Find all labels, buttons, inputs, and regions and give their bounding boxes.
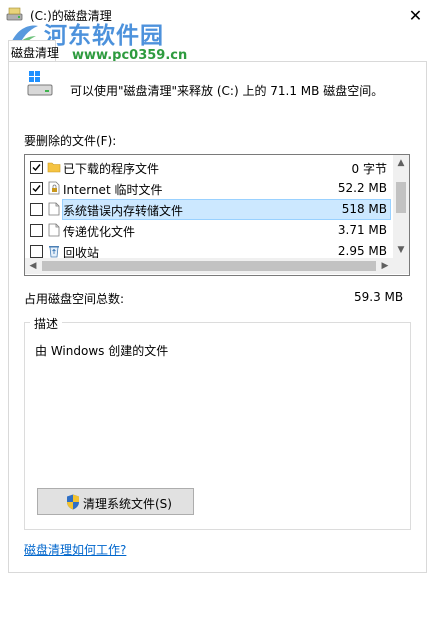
description-legend: 描述 bbox=[30, 315, 63, 332]
list-item[interactable]: Internet 临时文件 52.2 MB bbox=[25, 178, 391, 199]
checkbox[interactable] bbox=[30, 203, 43, 216]
close-button[interactable]: ✕ bbox=[398, 0, 433, 30]
item-size: 52.2 MB bbox=[337, 181, 387, 195]
scroll-up-icon[interactable]: ▲ bbox=[393, 155, 409, 171]
horizontal-scrollbar[interactable]: ◀ ▶ bbox=[25, 258, 393, 274]
checkbox[interactable] bbox=[30, 161, 43, 174]
item-size: 518 MB bbox=[341, 202, 387, 216]
clean-up-system-files-button[interactable]: 清理系统文件(S) bbox=[37, 488, 194, 515]
file-icon bbox=[48, 223, 60, 237]
scrollbar-corner bbox=[393, 258, 409, 274]
check-icon bbox=[32, 164, 41, 172]
scroll-right-icon[interactable]: ▶ bbox=[377, 258, 393, 274]
list-item[interactable]: 系统错误内存转储文件 518 MB bbox=[25, 199, 391, 220]
total-space-value: 59.3 MB bbox=[354, 290, 404, 304]
checkbox[interactable] bbox=[30, 224, 43, 237]
shield-icon bbox=[67, 494, 79, 510]
checkbox[interactable] bbox=[30, 245, 43, 258]
clean-up-label: 清理系统文件(S) bbox=[83, 497, 172, 511]
list-item[interactable]: 传递优化文件 3.71 MB bbox=[25, 220, 391, 241]
recycle-bin-icon bbox=[49, 246, 59, 258]
item-size: 3.71 MB bbox=[337, 223, 387, 237]
tab-disk-cleanup[interactable]: 磁盘清理 bbox=[8, 40, 60, 63]
tab-label: 磁盘清理 bbox=[11, 46, 60, 60]
scroll-thumb[interactable] bbox=[396, 182, 406, 213]
check-icon bbox=[32, 185, 41, 193]
window-title: (C:)的磁盘清理 bbox=[30, 9, 112, 23]
hscroll-thumb[interactable] bbox=[42, 261, 376, 271]
item-size: 0 字节 bbox=[351, 162, 387, 176]
item-size: 2.95 MB bbox=[337, 244, 387, 258]
title-bar: (C:)的磁盘清理 ✕ bbox=[0, 0, 433, 30]
scroll-left-icon[interactable]: ◀ bbox=[25, 258, 41, 274]
folder-icon bbox=[47, 162, 61, 173]
files-to-delete-label: 要删除的文件(F): bbox=[24, 134, 117, 148]
lock-file-icon bbox=[48, 181, 60, 195]
item-name: 已下载的程序文件 bbox=[63, 162, 160, 176]
intro-text: 可以使用"磁盘清理"来释放 (C:) 上的 71.1 MB 磁盘空间。 bbox=[70, 84, 384, 98]
close-icon: ✕ bbox=[408, 5, 423, 25]
disk-cleanup-window: (C:)的磁盘清理 ✕ 河东软件园 www.pc0359.cn 磁盘清理 可以使… bbox=[0, 0, 433, 620]
description-text: 由 Windows 创建的文件 bbox=[35, 344, 169, 358]
how-cleanup-works-link[interactable]: 磁盘清理如何工作? bbox=[24, 541, 126, 558]
checkbox[interactable] bbox=[30, 182, 43, 195]
disk-cleanup-app-icon bbox=[6, 7, 23, 21]
total-space-label: 占用磁盘空间总数: bbox=[24, 292, 125, 306]
vertical-scrollbar[interactable]: ▲ ▼ bbox=[393, 155, 409, 258]
item-name: 系统错误内存转储文件 bbox=[63, 204, 184, 218]
item-name: 传递优化文件 bbox=[63, 225, 136, 239]
item-name: Internet 临时文件 bbox=[63, 183, 163, 197]
files-list[interactable]: 已下载的程序文件 0 字节 Internet 临时文件 52.2 MB 系统错误… bbox=[24, 154, 410, 276]
scroll-down-icon[interactable]: ▼ bbox=[393, 242, 409, 258]
drive-icon bbox=[27, 71, 53, 96]
list-item[interactable]: 已下载的程序文件 0 字节 bbox=[25, 157, 391, 178]
file-icon bbox=[48, 202, 60, 216]
